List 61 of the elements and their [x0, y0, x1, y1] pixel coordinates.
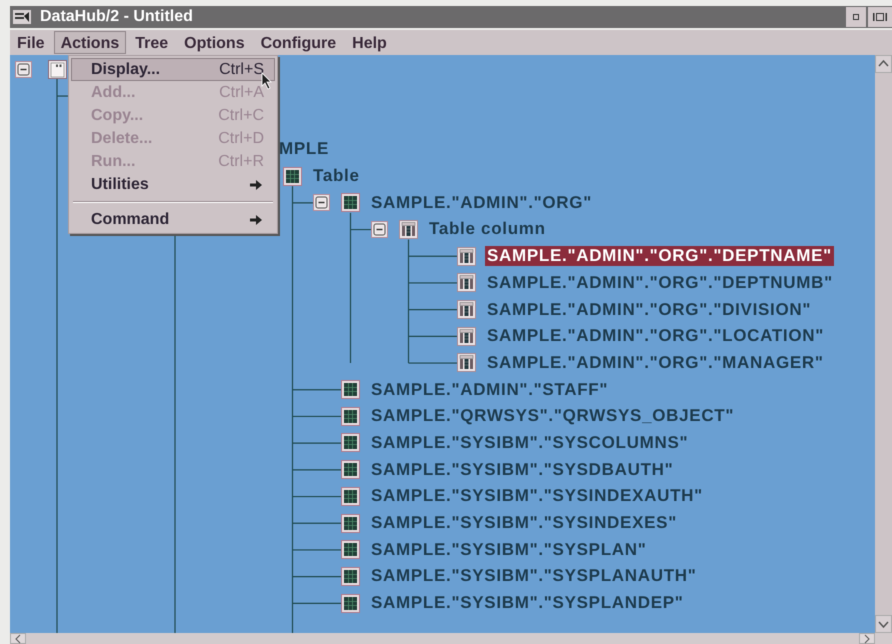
table-icon: [341, 406, 360, 426]
column-icon: [457, 300, 476, 320]
arrow-icon: [250, 214, 262, 224]
node-label[interactable]: SAMPLE."SYSIBM"."SYSDBAUTH": [369, 460, 676, 480]
table-icon: [341, 540, 360, 560]
menu-bar-item[interactable]: Configure: [254, 31, 344, 54]
table-icon: [341, 594, 360, 613]
column-icon: [457, 353, 476, 372]
table-icon: [341, 514, 360, 533]
node-label[interactable]: MPLE: [277, 139, 332, 160]
system-menu-icon[interactable]: [12, 8, 32, 26]
menu-bar-item[interactable]: Tree: [128, 31, 176, 54]
node-label[interactable]: SAMPLE."ADMIN"."ORG": [369, 192, 594, 213]
horizontal-scrollbar[interactable]: [10, 633, 892, 644]
menu-item[interactable]: Command: [71, 208, 275, 231]
column-icon: [457, 326, 476, 346]
node-label[interactable]: SAMPLE."ADMIN"."ORG"."DEPTNAME": [485, 246, 834, 266]
node-label[interactable]: SAMPLE."ADMIN"."ORG"."MANAGER": [485, 352, 826, 373]
column-icon: [399, 220, 418, 239]
scroll-up-icon[interactable]: [875, 55, 892, 73]
node-label[interactable]: SAMPLE."QRWSYS"."QRWSYS_OBJECT": [369, 406, 736, 426]
node-label[interactable]: SAMPLE."SYSIBM"."SYSINDEXES": [369, 513, 679, 534]
node-label[interactable]: SAMPLE."ADMIN"."ORG"."LOCATION": [485, 326, 826, 346]
table-icon: [341, 380, 360, 400]
maximize-button[interactable]: [868, 7, 892, 27]
node-label[interactable]: SAMPLE."SYSIBM"."SYSPLAN": [369, 540, 648, 560]
node-label[interactable]: SAMPLE."SYSIBM"."SYSPLANDEP": [369, 593, 686, 614]
table-icon: [341, 460, 360, 480]
arrow-icon: [250, 180, 262, 190]
column-icon: [457, 246, 476, 266]
maximize-icon: [873, 12, 887, 22]
node-label[interactable]: SAMPLE."SYSIBM"."SYSINDEXAUTH": [369, 486, 705, 506]
table-icon: [341, 566, 360, 586]
window-title: DataHub/2 - Untitled: [40, 9, 193, 25]
scroll-left-icon[interactable]: [10, 633, 26, 644]
collapse-icon[interactable]: [15, 60, 32, 78]
menu-bar-item[interactable]: Options: [177, 31, 252, 54]
menu-bar-item[interactable]: File: [10, 31, 52, 54]
node-label[interactable]: Table column: [427, 219, 548, 240]
scroll-right-icon[interactable]: [859, 633, 875, 644]
scroll-down-icon[interactable]: [875, 615, 892, 633]
menu-item[interactable]: Display... Ctrl+S: [71, 58, 275, 81]
collapse-icon[interactable]: [371, 220, 388, 238]
table-icon: [341, 433, 360, 452]
minimize-icon: [853, 14, 859, 20]
node-label[interactable]: Table: [311, 166, 362, 186]
node-label[interactable]: SAMPLE."SYSIBM"."SYSCOLUMNS": [369, 432, 690, 453]
table-icon: [341, 193, 360, 212]
node-label[interactable]: SAMPLE."ADMIN"."ORG"."DIVISION": [485, 300, 814, 320]
node-label[interactable]: SAMPLE."SYSIBM"."SYSPLANAUTH": [369, 566, 699, 586]
table-icon: [283, 166, 302, 186]
menu-item[interactable]: Utilities: [71, 173, 275, 196]
collapse-icon[interactable]: [313, 194, 330, 212]
table-icon: [341, 486, 360, 506]
minimize-button[interactable]: [846, 7, 866, 27]
node-label[interactable]: SAMPLE."ADMIN"."STAFF": [369, 380, 610, 400]
node-label[interactable]: SAMPLE."ADMIN"."ORG"."DEPTNUMB": [485, 272, 835, 293]
menu-bar-item[interactable]: Actions: [54, 31, 126, 54]
vertical-scrollbar[interactable]: [875, 55, 892, 633]
column-icon: [457, 273, 476, 292]
menu-bar-item[interactable]: Help: [345, 31, 394, 54]
